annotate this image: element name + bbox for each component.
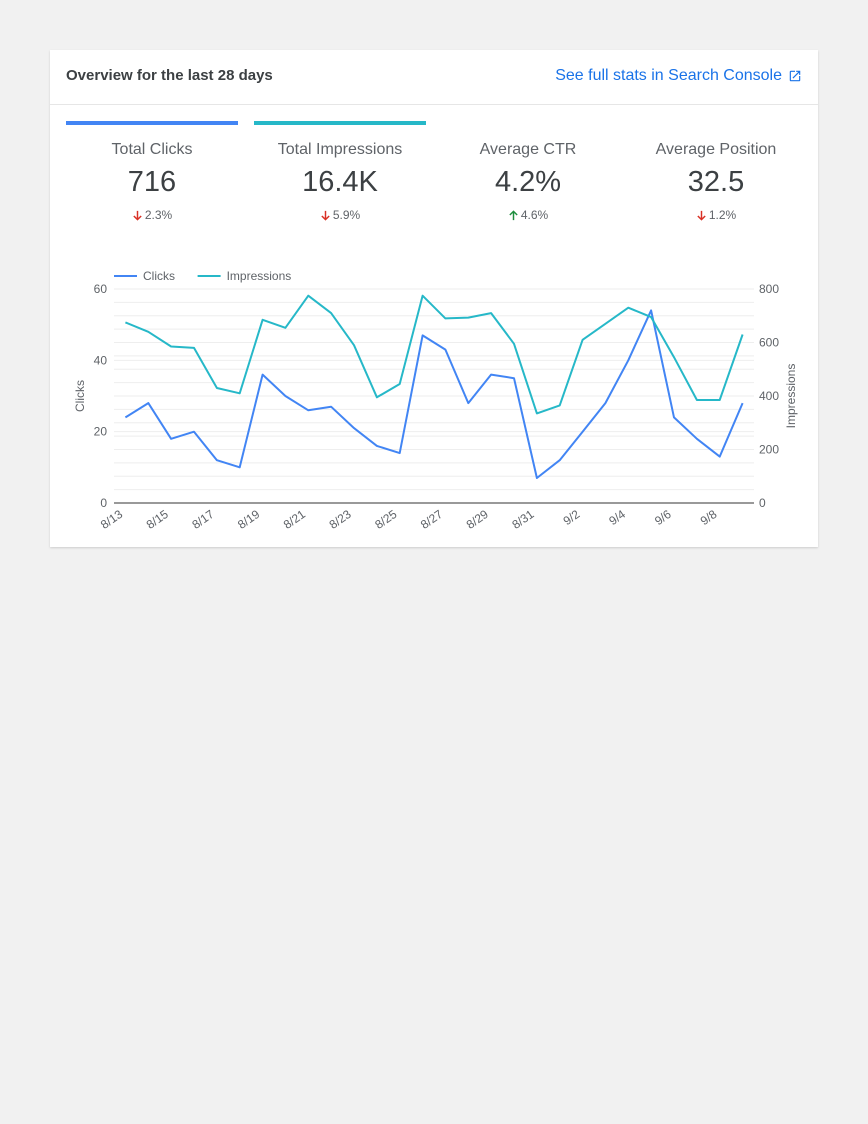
legend-label: Clicks	[143, 269, 175, 283]
legend-label: Impressions	[227, 269, 292, 283]
x-tick-label: 9/4	[606, 507, 628, 528]
y-right-axis-title: Impressions	[784, 364, 798, 429]
series-line-clicks	[124, 309, 744, 479]
y-tick-label: 40	[94, 353, 108, 367]
x-tick-label: 8/17	[189, 507, 216, 532]
x-tick-label: 8/19	[235, 507, 262, 532]
y-right-tick-label: 800	[759, 282, 779, 296]
x-tick-label: 8/13	[98, 507, 125, 532]
y-axis-title: Clicks	[73, 380, 87, 412]
y-right-tick-label: 400	[759, 389, 779, 403]
x-tick-label: 8/21	[281, 507, 308, 532]
performance-chart: 02040600200400600800Clicks Impressions8/1…	[73, 269, 798, 532]
y-right-tick-label: 0	[759, 496, 766, 510]
y-tick-label: 60	[94, 282, 108, 296]
y-right-tick-label: 600	[759, 336, 779, 350]
x-tick-label: 8/31	[509, 507, 536, 532]
x-tick-label: 9/8	[698, 507, 720, 528]
overview-card: Overview for the last 28 days See full s…	[50, 50, 818, 547]
x-tick-label: 8/27	[418, 507, 445, 532]
y-tick-label: 20	[94, 425, 108, 439]
x-tick-label: 8/15	[144, 507, 171, 532]
x-tick-label: 8/25	[372, 507, 399, 532]
x-tick-label: 8/29	[464, 507, 491, 532]
y-right-tick-label: 200	[759, 443, 779, 457]
x-tick-label: 9/2	[561, 507, 583, 528]
x-tick-label: 9/6	[652, 507, 674, 528]
x-tick-label: 8/23	[327, 507, 354, 532]
y-tick-label: 0	[100, 496, 107, 510]
